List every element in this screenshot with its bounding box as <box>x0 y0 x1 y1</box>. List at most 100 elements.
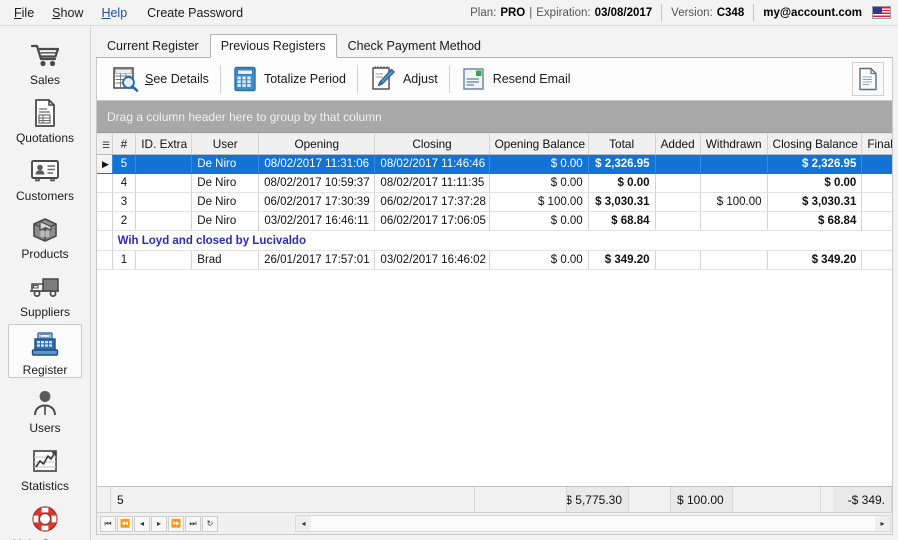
cell-num: 2 <box>112 211 137 231</box>
see-details-button[interactable]: See Details <box>101 61 219 97</box>
column-header-final-closing-balance[interactable]: Final Closing Balance <box>861 133 892 155</box>
column-header-num[interactable]: # <box>112 133 137 155</box>
tab-check-payment-method[interactable]: Check Payment Method <box>337 34 492 57</box>
nav-next-page-button[interactable]: ⏩ <box>168 515 184 532</box>
nav-first-button[interactable]: ⏮ <box>100 515 116 532</box>
sidebar-item-sales[interactable]: Sales <box>8 34 82 88</box>
sidebar-item-label-quotations: Quotations <box>15 131 75 145</box>
content-area: Current Register Previous Registers Chec… <box>91 26 898 540</box>
sidebar-item-help-center[interactable]: Help Center <box>8 498 82 540</box>
cell-opening: 08/02/2017 10:59:37 <box>258 173 376 193</box>
summary-closing-balance <box>733 487 821 512</box>
column-header-id-extra[interactable]: ID. Extra <box>135 133 193 155</box>
horizontal-scrollbar[interactable]: ◂ ▸ <box>295 515 891 532</box>
scroll-right-button[interactable]: ▸ <box>875 516 890 531</box>
column-header-added[interactable]: Added <box>655 133 701 155</box>
document-icon <box>32 96 58 130</box>
tab-previous-registers[interactable]: Previous Registers <box>209 34 337 58</box>
report-page-button[interactable] <box>852 62 884 96</box>
sidebar-item-label-register: Register <box>22 363 68 377</box>
sidebar-item-customers[interactable]: Customers <box>8 150 82 204</box>
table-row[interactable]: ▶ 5 De Niro 08/02/2017 11:31:06 08/02/20… <box>97 154 892 174</box>
adjust-button[interactable]: Adjust <box>359 61 448 97</box>
box-icon <box>30 212 60 246</box>
column-header-total[interactable]: Total <box>588 133 656 155</box>
cell-final-closing-balance: $ 0.00 <box>861 250 892 270</box>
cell-withdrawn <box>700 250 768 270</box>
version-info: Version: C348 <box>661 4 753 21</box>
sidebar-item-statistics[interactable]: Statistics <box>8 440 82 494</box>
cell-closing-balance: $ 2,326.95 <box>767 154 863 174</box>
sidebar-item-products[interactable]: Products <box>8 208 82 262</box>
column-header-indicator[interactable]: ☰ <box>97 133 113 155</box>
sidebar-item-label-users: Users <box>29 421 61 435</box>
nav-next-button[interactable]: ▸ <box>151 515 167 532</box>
column-header-opening-balance[interactable]: Opening Balance <box>489 133 589 155</box>
summary-added <box>629 487 671 512</box>
menu-file[interactable]: File <box>6 3 42 23</box>
menu-show[interactable]: Show <box>44 3 91 23</box>
table-row[interactable]: 1 Brad 26/01/2017 17:57:01 03/02/2017 16… <box>97 250 892 270</box>
column-header-closing[interactable]: Closing <box>374 133 490 155</box>
nav-prev-page-button[interactable]: ⏪ <box>117 515 133 532</box>
totalize-period-label: Totalize Period <box>263 72 346 86</box>
column-header-user[interactable]: User <box>191 133 260 155</box>
user-icon <box>31 386 59 420</box>
record-navigator: ⏮ ⏪ ◂ ▸ ⏩ ⏭ ↻ ◂ ▸ <box>97 512 892 534</box>
table-row[interactable]: 4 De Niro 08/02/2017 10:59:37 08/02/2017… <box>97 173 892 193</box>
sidebar-item-label-suppliers: Suppliers <box>19 305 71 319</box>
adjust-label: Adjust <box>402 72 438 86</box>
cell-added <box>655 154 701 174</box>
sidebar-item-label-statistics: Statistics <box>20 479 69 493</box>
cell-opening-balance: $ 0.00 <box>489 154 589 174</box>
cell-user: Brad <box>191 250 260 270</box>
scroll-left-button[interactable]: ◂ <box>296 516 311 531</box>
menu-bar-status: Plan: PRO | Expiration: 03/08/2017 Versi… <box>461 0 898 25</box>
menu-create-password[interactable]: Create Password <box>137 3 251 23</box>
column-header-withdrawn[interactable]: Withdrawn <box>700 133 768 155</box>
cell-user: De Niro <box>191 154 260 174</box>
table-row[interactable]: 2 De Niro 03/02/2017 16:46:11 06/02/2017… <box>97 211 892 231</box>
resend-email-button[interactable]: Resend Email <box>451 61 581 97</box>
totalize-period-button[interactable]: Totalize Period <box>222 61 356 97</box>
cell-total: $ 3,030.31 <box>588 192 656 212</box>
cell-added <box>655 173 701 193</box>
cell-total: $ 349.20 <box>588 250 656 270</box>
cell-id-extra <box>135 173 193 193</box>
account-email[interactable]: my@account.com <box>753 4 870 21</box>
grid-panel: Drag a column header here to group by th… <box>96 101 893 535</box>
see-details-label: See Details <box>145 72 209 86</box>
cell-opening-balance: $ 0.00 <box>489 211 589 231</box>
menu-help[interactable]: Help <box>93 3 135 23</box>
cell-closing: 08/02/2017 11:11:35 <box>374 173 490 193</box>
sidebar-item-register[interactable]: Register <box>8 324 82 378</box>
contact-card-icon <box>29 154 61 188</box>
sidebar-item-quotations[interactable]: Quotations <box>8 92 82 146</box>
cell-closing-balance: $ 349.20 <box>767 250 863 270</box>
scroll-track[interactable] <box>311 516 875 531</box>
sidebar-item-users[interactable]: Users <box>8 382 82 436</box>
nav-prev-button[interactable]: ◂ <box>134 515 150 532</box>
nav-last-button[interactable]: ⏭ <box>185 515 201 532</box>
sidebar-item-suppliers[interactable]: Suppliers <box>8 266 82 320</box>
nav-refresh-button[interactable]: ↻ <box>202 515 218 532</box>
cell-closing-balance: $ 0.00 <box>767 173 863 193</box>
column-header-closing-balance[interactable]: Closing Balance <box>767 133 863 155</box>
expiration-label: Expiration: <box>536 6 591 19</box>
tab-current-register[interactable]: Current Register <box>96 34 210 57</box>
cell-added <box>655 211 701 231</box>
table-row[interactable]: 3 De Niro 06/02/2017 17:30:39 06/02/2017… <box>97 192 892 212</box>
toolbar-separator-2 <box>356 65 358 93</box>
version-label: Version: <box>671 6 713 19</box>
column-header-opening[interactable]: Opening <box>258 133 376 155</box>
group-by-drop-area[interactable]: Drag a column header here to group by th… <box>97 101 892 133</box>
summary-spacer <box>821 487 833 512</box>
cash-register-icon <box>29 328 61 362</box>
cell-id-extra <box>135 192 193 212</box>
plan-value: PRO <box>500 6 526 19</box>
row-indicator <box>97 192 113 212</box>
registers-table: ☰ # ID. Extra User Opening Closing Openi… <box>97 133 892 270</box>
cell-total: $ 68.84 <box>588 211 656 231</box>
us-flag-icon[interactable] <box>872 6 891 19</box>
cell-opening: 08/02/2017 11:31:06 <box>258 154 376 174</box>
